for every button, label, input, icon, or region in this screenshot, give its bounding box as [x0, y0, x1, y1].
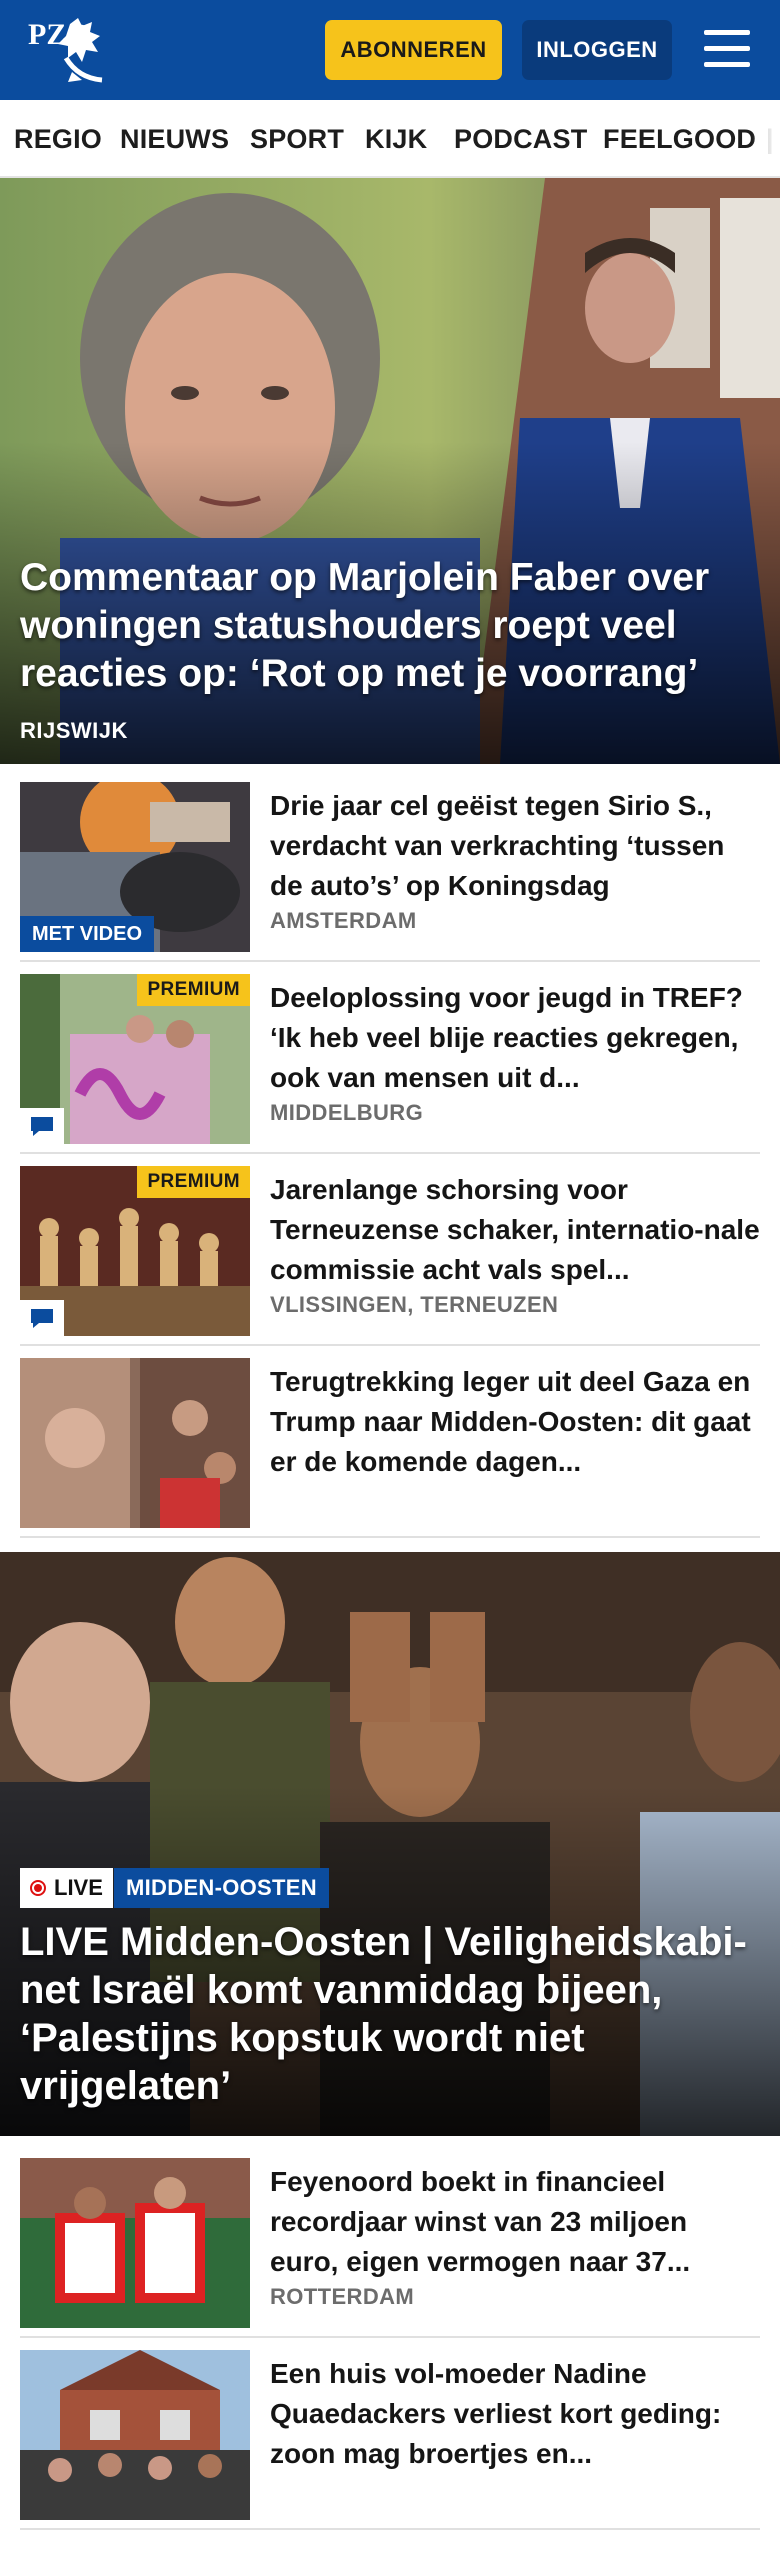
article-location-tag: MIDDELBURG	[270, 1100, 424, 1125]
article-thumbnail: PREMIUM	[20, 1166, 250, 1336]
article-thumbnail	[20, 1358, 250, 1528]
premium-badge: PREMIUM	[137, 974, 250, 1006]
nav-item-sport[interactable]: SPORT	[250, 124, 344, 155]
article-row[interactable]: Een huis vol-moeder Nadine Quaedackers v…	[20, 2338, 760, 2530]
article-location-tag: ROTTERDAM	[270, 2284, 415, 2309]
article-title[interactable]: Jarenlange schorsing voor Terneuzense sc…	[270, 1170, 760, 1290]
featured-headline[interactable]: LIVE Midden-Oosten | Veiligheidskabi-net…	[20, 1918, 765, 2110]
article-location-tag: VLISSINGEN, TERNEUZEN	[270, 1292, 559, 1317]
nav-scroll-fade	[752, 100, 780, 176]
article-title[interactable]: Een huis vol-moeder Nadine Quaedackers v…	[270, 2354, 760, 2474]
live-indicator-icon	[30, 1880, 46, 1896]
hamburger-icon[interactable]	[700, 26, 754, 72]
nav-item-feelgood[interactable]: FEELGOOD	[603, 124, 756, 155]
login-button[interactable]: INLOGGEN	[522, 20, 672, 80]
nav-item-nieuws[interactable]: NIEUWS	[120, 124, 229, 155]
article-thumbnail	[20, 2158, 250, 2328]
article-title[interactable]: Deeloplossing voor jeugd in TREF? ‘Ik he…	[270, 978, 760, 1098]
article-row[interactable]: Feyenoord boekt in financieel recordjaar…	[20, 2146, 760, 2338]
nav-item-podcast[interactable]: PODCAST	[454, 124, 587, 155]
article-title[interactable]: Feyenoord boekt in financieel recordjaar…	[270, 2162, 760, 2282]
article-row[interactable]: PREMIUM Jarenlange schorsing voor Terneu…	[20, 1154, 760, 1346]
live-badge: LIVE	[20, 1868, 113, 1908]
nav-item-kijk[interactable]: KIJK	[365, 124, 427, 155]
article-location-tag: AMSTERDAM	[270, 908, 417, 933]
premium-badge: PREMIUM	[137, 1166, 250, 1198]
article-thumbnail	[20, 2350, 250, 2520]
article-thumbnail: MET VIDEO	[20, 782, 250, 952]
hero-headline[interactable]: Commentaar op Marjolein Faber over wonin…	[20, 554, 765, 698]
nav-item-regio[interactable]: REGIO	[14, 124, 102, 155]
section-nav: REGIO NIEUWS SPORT KIJK PODCAST FEELGOOD…	[0, 100, 780, 178]
video-badge: MET VIDEO	[20, 916, 155, 952]
article-row[interactable]: PREMIUM Deeloplossing voor jeugd in TREF…	[20, 962, 760, 1154]
subscribe-button[interactable]: ABONNEREN	[325, 20, 502, 80]
comment-icon	[20, 1108, 64, 1144]
hero-location-tag: RIJSWIJK	[20, 718, 128, 743]
comment-icon	[20, 1300, 64, 1336]
article-title[interactable]: Drie jaar cel geëist tegen Sirio S., ver…	[270, 786, 760, 906]
article-row[interactable]: Terugtrekking leger uit deel Gaza en Tru…	[20, 1346, 760, 1538]
top-header: PZC ABONNEREN INLOGGEN	[0, 0, 780, 100]
pzc-logo[interactable]: PZC	[26, 14, 116, 86]
category-badge: MIDDEN-OOSTEN	[114, 1868, 329, 1908]
live-label: LIVE	[54, 1875, 103, 1900]
article-thumbnail: PREMIUM	[20, 974, 250, 1144]
article-title[interactable]: Terugtrekking leger uit deel Gaza en Tru…	[270, 1362, 760, 1482]
article-row[interactable]: MET VIDEO Drie jaar cel geëist tegen Sir…	[20, 770, 760, 962]
